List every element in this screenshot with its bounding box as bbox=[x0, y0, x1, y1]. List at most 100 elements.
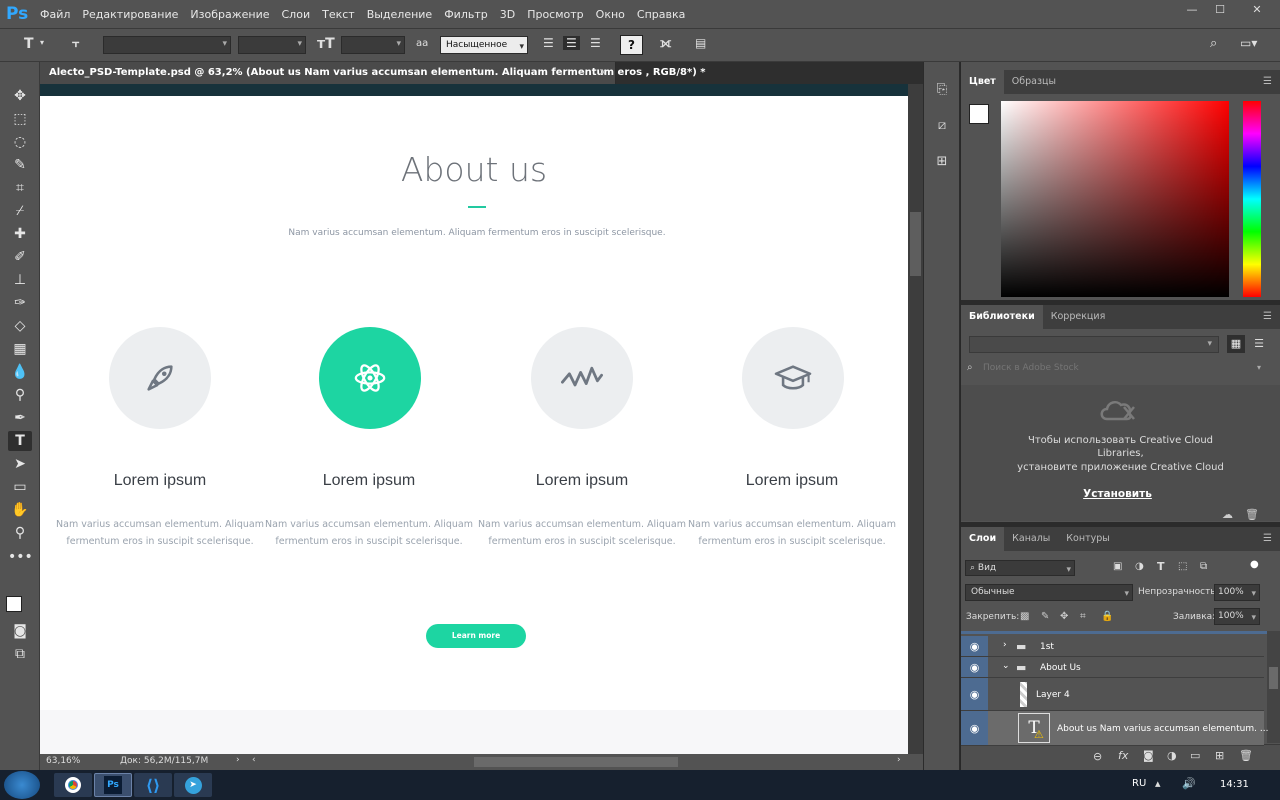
rectangle-tool-icon[interactable]: ▭ bbox=[8, 477, 32, 497]
menu-3d[interactable]: 3D bbox=[494, 8, 521, 21]
menu-select[interactable]: Выделение bbox=[361, 8, 439, 21]
learn-more-button[interactable]: Learn more bbox=[426, 624, 526, 648]
font-family-select[interactable]: ▾ bbox=[103, 36, 231, 54]
warp-text-icon[interactable]: ⟗ bbox=[660, 36, 671, 51]
font-size-select[interactable]: ▾ bbox=[341, 36, 405, 54]
type-tool-icon[interactable]: T bbox=[8, 431, 32, 451]
clock[interactable]: 14:31 bbox=[1220, 779, 1249, 790]
install-link[interactable]: Установить bbox=[961, 488, 1274, 500]
healing-brush-tool-icon[interactable]: ✚ bbox=[8, 224, 32, 244]
foreground-color-swatch[interactable] bbox=[969, 104, 989, 124]
maximize-icon[interactable]: ☐ bbox=[1206, 0, 1234, 18]
filter-toggle-icon[interactable]: ● bbox=[1250, 559, 1259, 570]
filter-pixel-icon[interactable]: ▣ bbox=[1113, 561, 1122, 572]
tab-swatches[interactable]: Образцы bbox=[1004, 70, 1064, 94]
tool-preset-chevron-icon[interactable]: ▾ bbox=[40, 38, 44, 47]
workspace-icon[interactable]: ▭▾ bbox=[1240, 36, 1257, 50]
panel-menu-icon[interactable]: ☰ bbox=[1263, 533, 1272, 544]
layer-style-icon[interactable]: fx bbox=[1118, 749, 1128, 762]
visibility-eye-icon[interactable]: ◉ bbox=[961, 678, 988, 710]
hand-tool-icon[interactable]: ✋ bbox=[8, 500, 32, 520]
library-select[interactable]: ▾ bbox=[969, 336, 1219, 353]
lock-paint-icon[interactable]: ✎ bbox=[1041, 611, 1049, 622]
lock-all-icon[interactable]: 🔒 bbox=[1101, 611, 1113, 622]
menu-window[interactable]: Окно bbox=[590, 8, 631, 21]
menu-edit[interactable]: Редактирование bbox=[76, 8, 184, 21]
zoom-tool-icon[interactable]: ⚲ bbox=[8, 523, 32, 543]
scroll-thumb[interactable] bbox=[910, 212, 921, 276]
path-select-tool-icon[interactable]: ➤ bbox=[8, 454, 32, 474]
text-color-swatch[interactable]: ? bbox=[620, 35, 643, 55]
gradient-tool-icon[interactable]: ▦ bbox=[8, 339, 32, 359]
dodge-tool-icon[interactable]: ⚲ bbox=[8, 385, 32, 405]
menu-help[interactable]: Справка bbox=[631, 8, 691, 21]
stock-search-input[interactable] bbox=[983, 360, 1261, 376]
lock-artboard-icon[interactable]: ⌗ bbox=[1080, 611, 1086, 622]
link-layers-icon[interactable]: ⊖ bbox=[1093, 750, 1102, 763]
chrome-taskbar-icon[interactable] bbox=[54, 773, 92, 797]
color-picker-field[interactable] bbox=[1001, 101, 1229, 297]
panel-menu-icon[interactable]: ☰ bbox=[1263, 311, 1272, 322]
quick-mask-icon[interactable]: ◙ bbox=[8, 621, 32, 641]
search-icon[interactable]: ⌕ bbox=[1210, 36, 1217, 51]
lasso-tool-icon[interactable]: ◌ bbox=[8, 132, 32, 152]
pen-tool-icon[interactable]: ✒ bbox=[8, 408, 32, 428]
align-right-icon[interactable]: ☰ bbox=[590, 36, 601, 50]
lock-move-icon[interactable]: ✥ bbox=[1060, 611, 1068, 622]
menu-view[interactable]: Просмотр bbox=[521, 8, 589, 21]
visibility-eye-icon[interactable]: ◉ bbox=[961, 657, 988, 677]
menu-filter[interactable]: Фильтр bbox=[438, 8, 494, 21]
menu-layers[interactable]: Слои bbox=[276, 8, 317, 21]
opacity-input[interactable]: 100% ▾ bbox=[1214, 584, 1260, 601]
crop-tool-icon[interactable]: ⌗ bbox=[8, 178, 32, 198]
eyedropper-tool-icon[interactable]: ⌿ bbox=[8, 201, 32, 221]
tab-adjustments[interactable]: Коррекция bbox=[1043, 305, 1114, 329]
layers-scroll-thumb[interactable] bbox=[1269, 667, 1278, 689]
photoshop-taskbar-icon[interactable]: Ps bbox=[94, 773, 132, 797]
close-tab-icon[interactable]: × bbox=[599, 62, 607, 84]
brush-tool-icon[interactable]: ✐ bbox=[8, 247, 32, 267]
telegram-taskbar-icon[interactable]: ➤ bbox=[174, 773, 212, 797]
new-group-icon[interactable]: ▭ bbox=[1190, 749, 1200, 762]
filter-type-icon[interactable]: T bbox=[1157, 560, 1165, 573]
quick-select-tool-icon[interactable]: ✎ bbox=[8, 155, 32, 175]
layer-filter-select[interactable]: ⌕ Вид ▾ bbox=[965, 560, 1075, 576]
marquee-tool-icon[interactable]: ⬚ bbox=[8, 109, 32, 129]
history-panel-icon[interactable]: ⎘ bbox=[932, 82, 952, 102]
lock-transparency-icon[interactable]: ▩ bbox=[1020, 611, 1029, 622]
adjustment-layer-icon[interactable]: ◑ bbox=[1167, 749, 1177, 762]
grid-view-icon[interactable]: ▦ bbox=[1227, 335, 1245, 353]
new-layer-icon[interactable]: ⊞ bbox=[1215, 749, 1224, 762]
collapse-chevron-icon[interactable]: ⌄ bbox=[1002, 661, 1010, 671]
zoom-level[interactable]: 63,16% bbox=[46, 756, 80, 766]
volume-icon[interactable]: 🔊 bbox=[1182, 777, 1196, 790]
scroll-right-icon[interactable]: › bbox=[897, 755, 901, 765]
panel-menu-icon[interactable]: ☰ bbox=[1263, 76, 1272, 87]
filter-adjustment-icon[interactable]: ◑ bbox=[1135, 561, 1144, 572]
tab-libraries[interactable]: Библиотеки bbox=[961, 305, 1043, 329]
history-brush-tool-icon[interactable]: ✑ bbox=[8, 293, 32, 313]
trash-icon[interactable]: 🗑 bbox=[1245, 508, 1259, 521]
horizontal-scroll-thumb[interactable] bbox=[474, 757, 678, 767]
expand-chevron-icon[interactable]: › bbox=[1003, 640, 1007, 650]
visibility-eye-icon[interactable]: ◉ bbox=[961, 636, 988, 656]
delete-layer-icon[interactable]: 🗑 bbox=[1239, 749, 1253, 762]
layer-row[interactable]: ◉ › ▬ 1st bbox=[961, 636, 1264, 657]
add-mask-icon[interactable]: ◙ bbox=[1143, 749, 1154, 762]
eraser-tool-icon[interactable]: ◇ bbox=[8, 316, 32, 336]
tab-paths[interactable]: Контуры bbox=[1058, 527, 1117, 551]
adjustments-panel-icon[interactable]: ⊞ bbox=[932, 154, 952, 174]
filter-smart-object-icon[interactable]: ⧉ bbox=[1200, 561, 1207, 572]
input-language[interactable]: RU bbox=[1132, 778, 1146, 789]
type-tool-icon[interactable]: T bbox=[24, 36, 34, 52]
properties-panel-icon[interactable]: ⧄ bbox=[932, 118, 952, 138]
menu-type[interactable]: Текст bbox=[316, 8, 361, 21]
tab-layers[interactable]: Слои bbox=[961, 527, 1005, 551]
layer-row-selected[interactable]: ◉ T ⚠ About us Nam varius accumsan eleme… bbox=[961, 711, 1268, 746]
menu-file[interactable]: Файл bbox=[34, 8, 76, 21]
minimize-icon[interactable]: — bbox=[1178, 0, 1206, 18]
foreground-color-swatch[interactable] bbox=[6, 596, 22, 612]
filter-shape-icon[interactable]: ⬚ bbox=[1178, 561, 1187, 572]
tab-channels[interactable]: Каналы bbox=[1004, 527, 1058, 551]
antialias-select[interactable]: Насыщенное ▾ bbox=[440, 36, 528, 54]
